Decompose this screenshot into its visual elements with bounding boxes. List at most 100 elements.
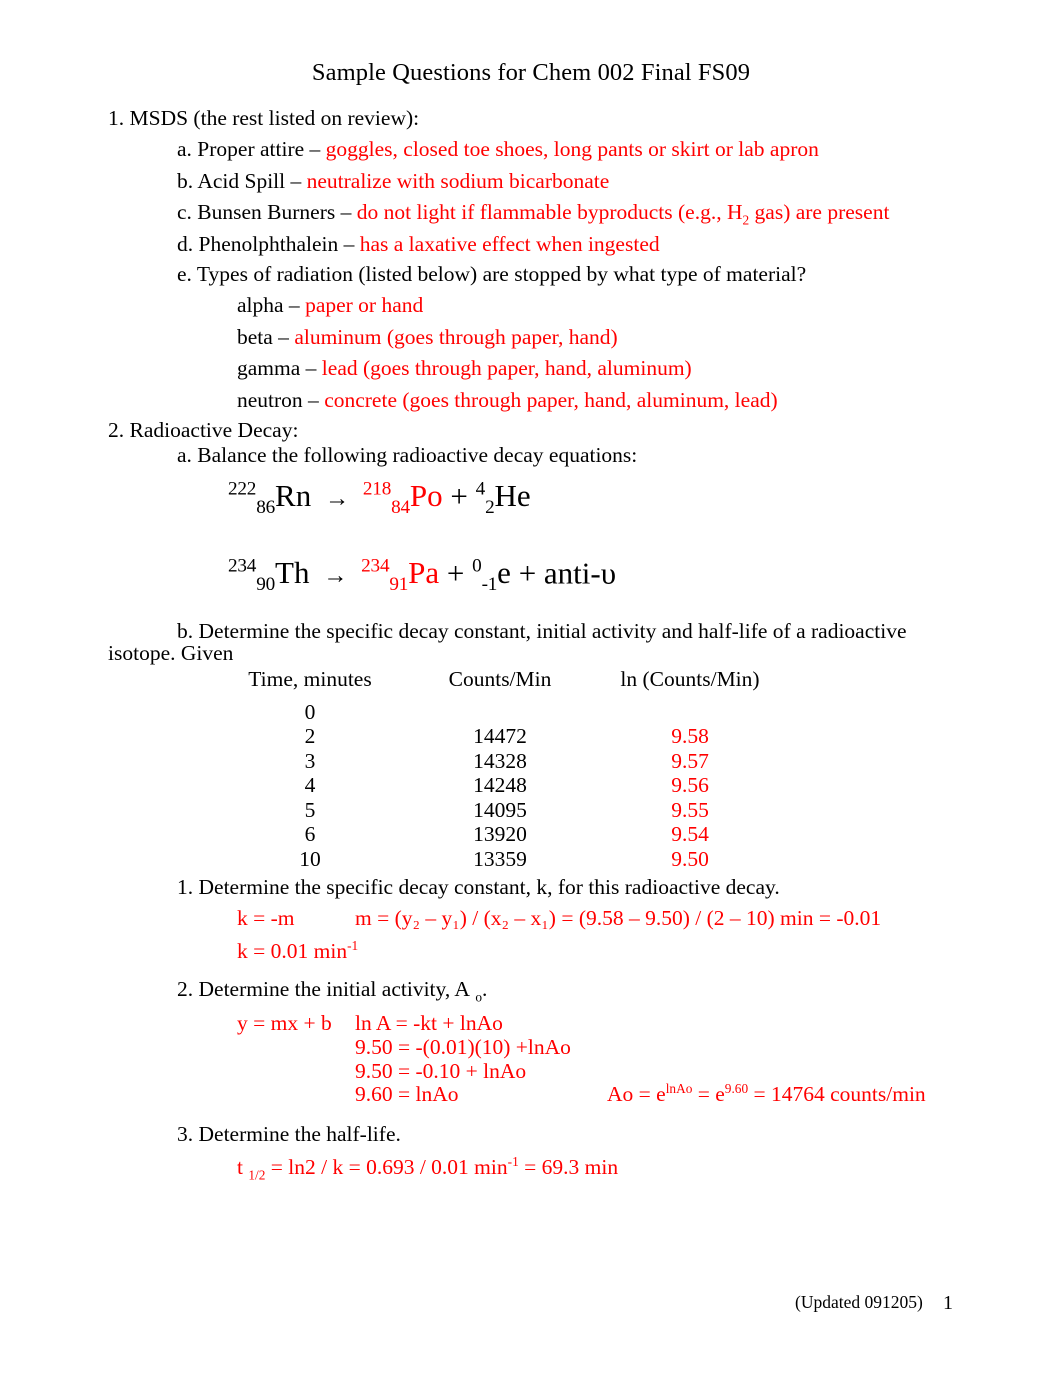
radiation-label-gamma: gamma –: [237, 356, 317, 380]
equation-2-product-2-symbol: e: [497, 555, 511, 591]
msds-item-c-answer-pre: do not light if flammable byproducts (e.…: [356, 200, 743, 224]
msds-item-c: c. Bunsen Burners – do not light if flam…: [177, 200, 890, 226]
msds-item-c-answer-post: gas) are present: [749, 200, 890, 224]
cell-ln: 9.56: [671, 773, 709, 797]
footer-updated-note: (Updated 091205): [795, 1292, 923, 1312]
subquestion-2-result-exponent-2: 9.60: [724, 1080, 749, 1096]
table-row: 5 14095 9.55: [215, 798, 785, 823]
subquestion-2-prompt-pre: 2. Determine the initial activity, A: [177, 977, 470, 1001]
equation-2-product-1-symbol: Pa: [408, 555, 440, 591]
radiation-answer-alpha: paper or hand: [305, 293, 424, 317]
subquestion-2-step-3: 9.50 = -0.10 + lnAo: [355, 1059, 527, 1083]
cell-counts: 13920: [473, 822, 527, 846]
msds-item-b-prompt: b. Acid Spill –: [177, 169, 302, 193]
footer-page-number: 1: [943, 1292, 953, 1314]
subquestion-3-answer-post: = 69.3 min: [518, 1155, 619, 1179]
decay-data-table: Time, minutes Counts/Min ln (Counts/Min)…: [215, 667, 785, 871]
equation-1-product-1-atomic: 84: [391, 497, 410, 519]
question-2b-prompt-line1: b. Determine the specific decay constant…: [177, 619, 907, 643]
equation-2-plus: +: [446, 555, 465, 591]
msds-item-a-answer: goggles, closed toe shoes, long pants or…: [325, 137, 819, 161]
document-page: Sample Questions for Chem 002 Final FS09…: [0, 0, 1062, 1377]
table-header-time: Time, minutes: [248, 667, 372, 691]
cell-time: 0: [304, 699, 316, 724]
nuclear-equation-2: 23490Th → 23491Pa + 0-1e + anti-υ: [228, 557, 616, 595]
subquestion-1-answer-k: k = 0.01 min-1: [237, 939, 358, 963]
equation-2-reactant-symbol: Th: [275, 555, 310, 591]
cell-time: 6: [304, 822, 316, 846]
subquestion-3-answer-exponent: -1: [507, 1153, 519, 1169]
subquestion-3-answer: t 1/2 = ln2 / k = 0.693 / 0.01 min-1 = 6…: [237, 1153, 619, 1183]
radiation-prompt: e. Types of radiation (listed below) are…: [177, 262, 807, 286]
cell-ln: 9.55: [671, 797, 709, 822]
cell-counts: [405, 700, 595, 725]
subquestion-2-prompt-subscript: o: [475, 989, 483, 1005]
msds-item-d-prompt: d. Phenolphthalein –: [177, 232, 355, 256]
subquestion-3-answer-pre: t: [237, 1155, 249, 1179]
equation-1-arrow-icon: →: [324, 485, 350, 513]
table-row: 6 13920 9.54: [215, 822, 785, 847]
subquestion-2-step-2: 9.50 = -(0.01)(10) +lnAo: [355, 1035, 571, 1059]
equation-2-product-1-mass: 234: [361, 556, 390, 577]
radiation-row-alpha: alpha – paper or hand: [237, 293, 423, 317]
msds-item-d: d. Phenolphthalein – has a laxative effe…: [177, 232, 660, 256]
equation-1-reactant-symbol: Rn: [275, 478, 312, 514]
subquestion-1-answer-k-exponent: -1: [347, 937, 359, 953]
cell-counts: 14472: [473, 724, 527, 748]
question-2-heading: 2. Radioactive Decay:: [108, 418, 299, 442]
equation-2-product-3: anti-υ: [543, 555, 617, 591]
msds-item-a: a. Proper attire – goggles, closed toe s…: [177, 137, 819, 161]
radiation-label-neutron: neutron –: [237, 388, 319, 412]
subquestion-3-answer-mid: = ln2 / k = 0.693 / 0.01 min: [265, 1155, 508, 1179]
equation-2-plus-2: +: [518, 555, 537, 591]
cell-counts: 14248: [473, 773, 527, 797]
subquestion-3-answer-subscript: 1/2: [248, 1167, 266, 1183]
subquestion-2-result: Ao = elnAo = e9.60 = 14764 counts/min: [607, 1082, 926, 1106]
subquestion-2-result-pre: Ao = e: [607, 1082, 666, 1106]
equation-2-reactant-atomic: 90: [256, 574, 276, 596]
table-header-row: Time, minutes Counts/Min ln (Counts/Min): [215, 667, 785, 700]
cell-time: 4: [304, 773, 316, 797]
subquestion-3-prompt: 3. Determine the half-life.: [177, 1122, 401, 1146]
subquestion-2-prompt: 2. Determine the initial activity, A o.: [177, 977, 487, 1005]
msds-item-b-answer: neutralize with sodium bicarbonate: [306, 169, 610, 193]
table-row: 2 14472 9.58: [215, 724, 785, 749]
equation-1-product-2: 42He: [476, 478, 531, 518]
question-2b-prompt-line2: isotope. Given: [108, 641, 234, 665]
table-row: 10 13359 9.50: [215, 847, 785, 872]
radiation-row-beta: beta – aluminum (goes through paper, han…: [237, 325, 618, 349]
table-header-counts: Counts/Min: [448, 667, 552, 691]
subquestion-1-answer-k-eq-m: k = -m: [237, 906, 295, 930]
equation-1-reactant: 22286Rn: [228, 478, 312, 518]
equation-2-reactant: 23490Th: [228, 555, 310, 595]
msds-item-d-answer: has a laxative effect when ingested: [359, 232, 660, 256]
equation-1-product-1: 21884Po: [363, 478, 443, 518]
cell-counts: 14095: [473, 797, 527, 822]
radiation-answer-gamma: lead (goes through paper, hand, aluminum…: [321, 356, 692, 380]
equation-2-arrow-icon: →: [323, 562, 348, 590]
cell-ln: 9.54: [671, 822, 709, 846]
table-header-ln: ln (Counts/Min): [620, 667, 760, 691]
subquestion-2-step-4: 9.60 = lnAo: [355, 1082, 459, 1106]
msds-item-a-prompt: a. Proper attire –: [177, 137, 321, 161]
radiation-label-beta: beta –: [237, 325, 289, 349]
question-1-heading: 1. MSDS (the rest listed on review):: [108, 106, 420, 130]
cell-ln: 9.57: [671, 748, 709, 773]
msds-item-c-answer: do not light if flammable byproducts (e.…: [356, 200, 890, 226]
cell-time: 5: [304, 797, 316, 822]
equation-1-reactant-mass: 222: [228, 479, 257, 500]
radiation-label-alpha: alpha –: [237, 293, 300, 317]
equation-2-reactant-mass: 234: [228, 556, 257, 577]
equation-2-product-1: 23491Pa: [361, 555, 440, 595]
equation-2-product-2-atomic: -1: [481, 574, 498, 596]
cell-counts: 14328: [473, 748, 527, 773]
cell-time: 10: [299, 846, 321, 871]
cell-ln: [595, 700, 785, 725]
subquestion-2-result-post: = 14764 counts/min: [748, 1082, 926, 1106]
radiation-answer-neutron: concrete (goes through paper, hand, alum…: [324, 388, 778, 412]
msds-item-b: b. Acid Spill – neutralize with sodium b…: [177, 169, 609, 193]
radiation-row-gamma: gamma – lead (goes through paper, hand, …: [237, 356, 692, 380]
subquestion-2-step-1: ln A = -kt + lnAo: [355, 1011, 503, 1035]
cell-ln: 9.58: [671, 724, 709, 748]
table-row: 3 14328 9.57: [215, 749, 785, 774]
